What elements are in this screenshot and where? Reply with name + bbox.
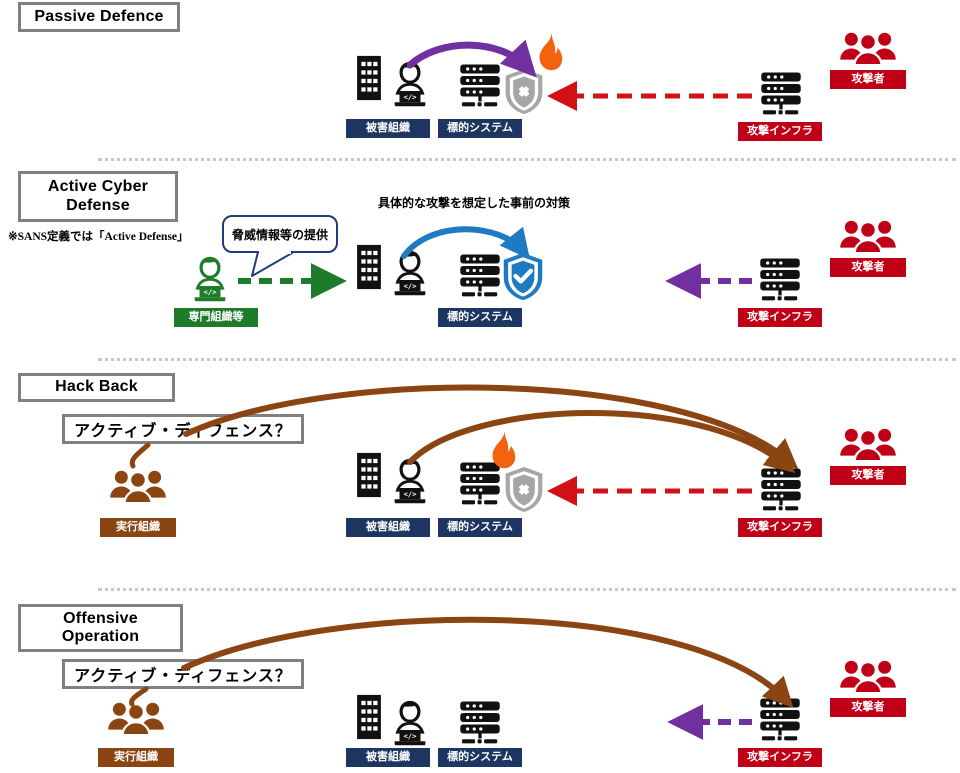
person-laptop-icon <box>394 458 426 504</box>
brown-hook-executing-org <box>129 442 151 469</box>
section-title-text: Hack Back <box>55 378 138 396</box>
section-title-hack-back: Hack Back <box>18 373 175 402</box>
threat-intel-bubble: 脅威情報等の提供 <box>222 215 338 253</box>
label-attacker: 攻撃者 <box>830 70 906 90</box>
label-attacker: 攻撃者 <box>830 698 906 718</box>
label-executing-org: 実行組織 <box>100 518 176 538</box>
blue-curved-measure-arrow <box>401 226 531 260</box>
label-expert-org: 専門組織等 <box>174 308 258 328</box>
section-title-line2: Operation <box>61 628 140 645</box>
label-target-system: 標的システム <box>438 518 522 538</box>
label-attacker: 攻撃者 <box>830 258 906 278</box>
server-icon-attack-infra <box>760 698 800 741</box>
people-group-icon-attacker <box>840 219 896 255</box>
server-icon-attack-infra <box>760 258 800 301</box>
person-laptop-icon-expert <box>194 256 226 302</box>
section-divider-1 <box>98 158 956 161</box>
label-target-system: 標的システム <box>438 308 522 328</box>
label-victim-org: 被害組織 <box>346 518 430 538</box>
people-group-icon-attacker <box>840 31 896 67</box>
brown-hook-executing-org <box>129 686 149 707</box>
section-hack-back-graphics <box>110 384 896 512</box>
section-title-line2: Defense <box>66 196 130 214</box>
sans-definition-note: ※SANS定義では「Active Defense」 <box>8 231 189 243</box>
diagram-canvas: Passive Defence Active Cyber Defense ※SA… <box>0 0 960 773</box>
label-target-system: 標的システム <box>438 748 522 768</box>
flame-icon <box>539 33 563 71</box>
section-divider-3 <box>98 588 956 591</box>
server-icon <box>460 64 500 107</box>
shield-x-icon <box>505 467 543 512</box>
server-icon-attack-infra <box>761 72 801 115</box>
person-laptop-icon <box>394 61 426 107</box>
server-icon <box>460 462 500 505</box>
section-title-text-wrap: Active Cyber Defense <box>48 178 148 215</box>
person-laptop-icon <box>394 250 426 296</box>
active-defense-question-text: アクティブ・ディフェンス？ <box>74 668 292 685</box>
label-attack-infra: 攻撃インフラ <box>738 122 822 142</box>
server-icon <box>460 254 500 297</box>
section-title-passive-defence: Passive Defence <box>18 2 180 32</box>
purple-curved-arrow <box>406 39 537 78</box>
label-target-system: 標的システム <box>438 119 522 139</box>
section-title-text: Passive Defence <box>34 7 164 25</box>
people-group-icon-attacker <box>840 427 896 463</box>
brown-curved-counter-arrow-2 <box>407 410 796 473</box>
bubble-tail <box>251 251 293 277</box>
label-victim-org: 被害組織 <box>346 748 430 768</box>
people-group-icon-executing-org <box>110 469 166 505</box>
section-divider-2 <box>98 358 956 361</box>
people-group-icon-executing-org <box>108 701 164 737</box>
shield-x-icon <box>505 69 543 114</box>
caption-preemptive-measure: 具体的な攻撃を想定した事前の対策 <box>378 196 571 210</box>
label-attack-infra: 攻撃インフラ <box>738 518 822 538</box>
people-group-icon-attacker <box>840 659 896 695</box>
server-icon <box>460 701 500 744</box>
label-victim-org: 被害組織 <box>346 119 430 139</box>
building-icon <box>357 244 381 290</box>
section-title-active-cyber-defense: Active Cyber Defense <box>18 171 178 222</box>
section-title-offensive-operation: Offensive Operation <box>18 604 183 652</box>
active-defense-question-box-offensive: アクティブ・ディフェンス？ <box>62 659 304 689</box>
section-title-line1: Active Cyber <box>47 178 149 196</box>
flame-icon <box>492 431 516 469</box>
building-icon <box>357 694 381 740</box>
section-title-text-wrap: Offensive Operation <box>62 610 139 647</box>
label-attack-infra: 攻撃インフラ <box>738 308 822 328</box>
active-defense-question-text: アクティブ・ディフェンス？ <box>74 423 292 440</box>
server-icon-attack-infra <box>761 468 801 511</box>
section-title-line1: Offensive <box>63 609 138 627</box>
threat-intel-bubble-text: 脅威情報等の提供 <box>231 227 328 242</box>
active-defense-question-box-hackback: アクティブ・ディフェンス？ <box>62 414 304 444</box>
person-laptop-icon <box>394 700 426 746</box>
shield-check-icon <box>504 253 543 300</box>
building-icon <box>357 55 381 101</box>
label-attacker: 攻撃者 <box>830 466 906 486</box>
label-executing-org: 実行組織 <box>98 748 174 768</box>
label-attack-infra: 攻撃インフラ <box>738 748 822 768</box>
building-icon <box>357 452 381 498</box>
section-passive-defence-graphics <box>357 31 896 115</box>
